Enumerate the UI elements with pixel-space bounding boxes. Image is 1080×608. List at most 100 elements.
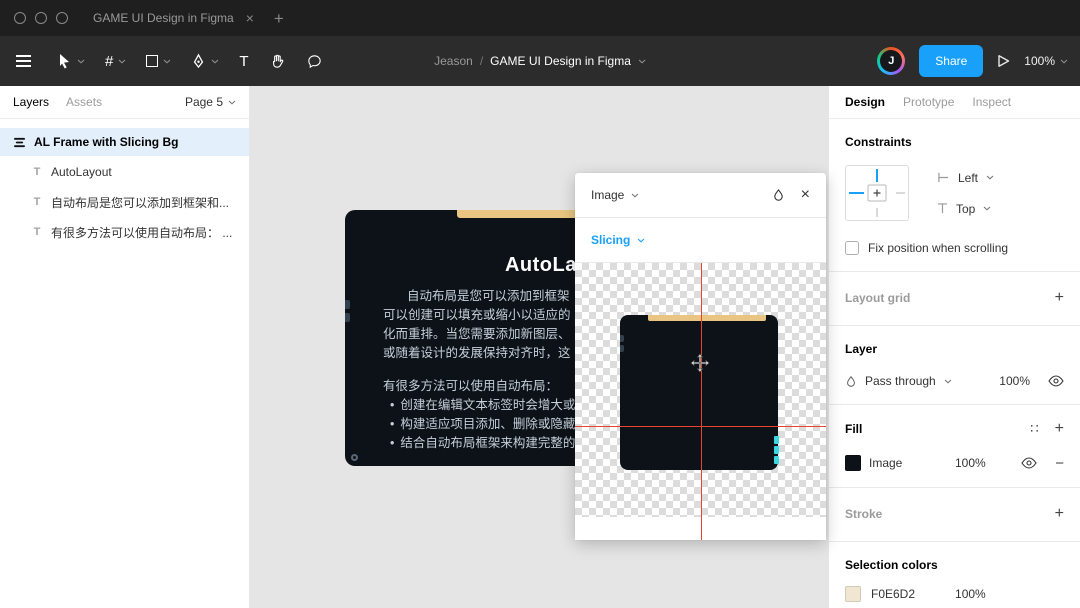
constraints-title: Constraints bbox=[845, 135, 912, 149]
layout-grid-title: Layout grid bbox=[845, 291, 911, 305]
figma-app: GAME UI Design in Figma × + # T Jeason /… bbox=[0, 0, 1080, 608]
fix-position-checkbox[interactable] bbox=[845, 241, 859, 255]
vertical-constraint-value: Top bbox=[956, 201, 976, 216]
new-tab-icon[interactable]: + bbox=[274, 10, 284, 27]
layer-opacity-input[interactable]: 100% bbox=[999, 374, 1030, 388]
breadcrumb-user[interactable]: Jeason bbox=[434, 54, 473, 68]
styles-icon[interactable]: ∷ bbox=[1030, 421, 1038, 437]
frame-tool-button[interactable]: # bbox=[95, 36, 136, 86]
add-fill-icon[interactable]: + bbox=[1055, 421, 1064, 437]
tab-layers[interactable]: Layers bbox=[13, 95, 49, 109]
constraint-top-tick[interactable] bbox=[876, 169, 878, 182]
window-close-button[interactable] bbox=[14, 12, 26, 24]
blend-mode-icon[interactable] bbox=[772, 188, 785, 202]
comment-tool-icon bbox=[307, 54, 321, 68]
plus-icon bbox=[873, 189, 881, 197]
constraint-center-box[interactable] bbox=[867, 184, 887, 202]
comment-tool-button[interactable] bbox=[296, 36, 333, 86]
card-edge-notch bbox=[345, 300, 350, 309]
tab-design[interactable]: Design bbox=[845, 95, 885, 109]
page-selector[interactable]: Page 5 bbox=[185, 95, 236, 109]
card-edge-notch bbox=[345, 313, 350, 322]
bullet-icon: • bbox=[390, 417, 395, 431]
selection-color-swatch[interactable] bbox=[845, 586, 861, 602]
fill-section-title: Fill bbox=[845, 422, 863, 436]
hand-tool-button[interactable] bbox=[259, 36, 296, 86]
blend-mode-value[interactable]: Pass through bbox=[865, 374, 936, 388]
preview-cyan-mark bbox=[774, 446, 779, 454]
chevron-down-icon[interactable] bbox=[944, 379, 952, 384]
chevron-down-icon bbox=[983, 206, 991, 211]
fill-type-label[interactable]: Image bbox=[869, 456, 947, 470]
text-layer-icon: T bbox=[33, 196, 41, 208]
hand-tool-icon bbox=[272, 54, 283, 68]
selection-color-hex[interactable]: F0E6D2 bbox=[871, 587, 915, 601]
browser-tab-title[interactable]: GAME UI Design in Figma bbox=[93, 11, 234, 25]
avatar-initial: J bbox=[880, 50, 903, 72]
stroke-section-title: Stroke bbox=[845, 507, 883, 521]
eye-icon[interactable] bbox=[1021, 457, 1037, 469]
add-stroke-icon[interactable]: + bbox=[1055, 506, 1064, 522]
layers-panel: Layers Assets Page 5 AL Frame with Slici… bbox=[0, 86, 250, 608]
layer-row-text[interactable]: T 自动布局是您可以添加到框架和... bbox=[0, 188, 249, 216]
move-tool-icon bbox=[60, 54, 69, 69]
fill-color-swatch[interactable] bbox=[845, 455, 861, 471]
blend-mode-icon bbox=[847, 375, 855, 387]
chevron-down-icon[interactable] bbox=[211, 59, 219, 64]
tab-close-icon[interactable]: × bbox=[246, 11, 254, 25]
tab-inspect[interactable]: Inspect bbox=[972, 95, 1011, 109]
vertical-constraint-dropdown[interactable]: Top bbox=[937, 202, 994, 216]
window-maximize-button[interactable] bbox=[56, 12, 68, 24]
text-tool-button[interactable]: T bbox=[229, 36, 258, 86]
zoom-control[interactable]: 100% bbox=[1024, 54, 1068, 68]
card-corner-ring bbox=[351, 454, 358, 461]
layer-row-frame[interactable]: AL Frame with Slicing Bg bbox=[0, 128, 249, 156]
constraint-left-tick[interactable] bbox=[849, 192, 864, 194]
slice-guide-vertical[interactable] bbox=[701, 263, 702, 540]
move-cursor-icon bbox=[690, 353, 710, 373]
selection-color-opacity[interactable]: 100% bbox=[955, 587, 986, 601]
horizontal-constraint-dropdown[interactable]: Left bbox=[937, 171, 994, 185]
file-title[interactable]: GAME UI Design in Figma bbox=[490, 54, 631, 68]
constraint-bottom-tick[interactable] bbox=[876, 208, 878, 217]
slice-guide-horizontal[interactable] bbox=[575, 426, 826, 427]
slicing-mode-dropdown[interactable]: Slicing bbox=[591, 233, 645, 247]
shape-tool-button[interactable] bbox=[136, 36, 181, 86]
add-layout-grid-icon[interactable]: + bbox=[1055, 290, 1064, 306]
tab-prototype[interactable]: Prototype bbox=[903, 95, 954, 109]
pen-tool-button[interactable] bbox=[181, 36, 229, 86]
fill-opacity-input[interactable]: 100% bbox=[955, 456, 986, 470]
layer-row-text[interactable]: T AutoLayout bbox=[0, 158, 249, 186]
image-mode-row: Slicing bbox=[575, 218, 826, 263]
hamburger-icon bbox=[15, 60, 31, 62]
chevron-down-icon[interactable] bbox=[638, 59, 646, 64]
image-type-dropdown[interactable]: Image bbox=[591, 188, 639, 202]
image-panel-title: Image bbox=[591, 188, 625, 202]
eye-icon[interactable] bbox=[1048, 375, 1064, 387]
chevron-down-icon[interactable] bbox=[77, 59, 85, 64]
main-menu-button[interactable] bbox=[0, 36, 46, 86]
chevron-down-icon[interactable] bbox=[163, 59, 171, 64]
constraint-right-tick[interactable] bbox=[896, 192, 905, 194]
selection-color-row: F0E6D2 100% bbox=[845, 586, 1064, 602]
chevron-down-icon[interactable] bbox=[118, 59, 126, 64]
window-minimize-button[interactable] bbox=[35, 12, 47, 24]
tab-assets[interactable]: Assets bbox=[66, 95, 102, 109]
zoom-level: 100% bbox=[1024, 54, 1055, 68]
layer-name: AL Frame with Slicing Bg bbox=[34, 135, 179, 149]
constraints-widget[interactable] bbox=[845, 165, 909, 221]
remove-fill-icon[interactable]: − bbox=[1055, 456, 1064, 471]
fix-position-row[interactable]: Fix position when scrolling bbox=[845, 241, 1064, 255]
avatar[interactable]: J bbox=[877, 47, 906, 75]
card-bullet: 构建适应项目添加、删除或隐藏 bbox=[400, 417, 576, 431]
close-icon[interactable]: × bbox=[801, 187, 810, 203]
layer-section-title: Layer bbox=[845, 342, 878, 356]
share-button[interactable]: Share bbox=[919, 45, 984, 77]
layer-row-text[interactable]: T 有很多方法可以使用自动布局： ... bbox=[0, 218, 249, 246]
move-tool-button[interactable] bbox=[46, 36, 95, 86]
text-layer-icon: T bbox=[33, 166, 41, 178]
fix-position-label: Fix position when scrolling bbox=[868, 241, 1009, 255]
chevron-down-icon bbox=[637, 238, 645, 243]
present-icon[interactable] bbox=[997, 54, 1010, 68]
breadcrumb-separator: / bbox=[479, 54, 484, 68]
